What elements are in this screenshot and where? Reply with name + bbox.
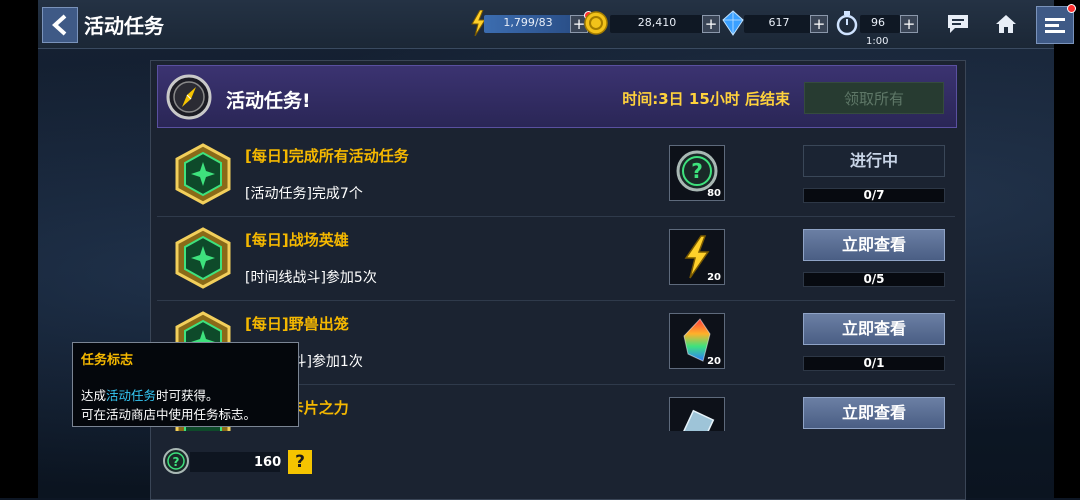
screen-edge-right — [1054, 0, 1080, 498]
timed-resource-timer: 1:00 — [866, 36, 889, 47]
task-token-counter[interactable]: ? 160 — [162, 447, 282, 477]
card-pack-icon — [679, 409, 715, 431]
timed-resource: 96 + 1:00 — [836, 11, 918, 47]
task-progress: 0/7 — [803, 188, 945, 203]
chat-button[interactable] — [938, 4, 978, 44]
home-icon — [996, 15, 1016, 33]
menu-button[interactable] — [1036, 4, 1076, 44]
screen-edge-left — [0, 0, 38, 498]
reward-slot[interactable] — [669, 397, 725, 431]
event-time-remaining: 时间:3日 15小时 后结束 — [622, 90, 790, 108]
task-medal-icon — [175, 227, 231, 289]
gold-add-button[interactable]: + — [702, 15, 720, 33]
menu-alert-dot — [1067, 4, 1076, 13]
reward-slot[interactable]: 20 — [669, 313, 725, 369]
tooltip-line-2: 可在活动商店中使用任务标志。 — [81, 407, 257, 422]
crystal-add-button[interactable]: + — [810, 15, 828, 33]
event-title: 活动任务! — [226, 90, 311, 112]
svg-text:?: ? — [691, 159, 703, 183]
tooltip-text: 时可获得。 — [156, 388, 219, 403]
task-token-tooltip: 任务标志 达成活动任务时可获得。 可在活动商店中使用任务标志。 — [72, 342, 299, 427]
reward-count: 20 — [707, 356, 721, 367]
help-button[interactable]: ? — [288, 450, 312, 474]
home-button[interactable] — [986, 4, 1026, 44]
reward-count: 80 — [707, 188, 721, 199]
page-title: 活动任务 — [84, 14, 164, 38]
task-token-count: 160 — [254, 455, 282, 470]
task-progress: 0/5 — [803, 272, 945, 287]
tooltip-title: 任务标志 — [81, 353, 134, 368]
reward-slot[interactable]: 20 — [669, 229, 725, 285]
task-row: [每日]完成所有活动任务 [活动任务]完成7个 ? 80 进行中 0/7 — [157, 133, 955, 217]
chevron-left-icon — [52, 14, 67, 36]
task-title: [每日]野兽出笼 — [245, 315, 349, 333]
gold-coin-icon — [584, 11, 608, 35]
tooltip-line-1: 达成活动任务时可获得。 — [81, 385, 219, 404]
menu-list-icon — [1045, 18, 1065, 33]
gold-resource: 28,410 + — [584, 11, 720, 35]
task-row: [每日]战场英雄 [时间线战斗]参加5次 20 立即查看 0/5 — [157, 217, 955, 301]
timed-resource-add-button[interactable]: + — [900, 15, 918, 33]
svg-text:?: ? — [173, 455, 180, 469]
timed-resource-value: 96 — [871, 16, 885, 29]
blue-crystal-icon — [722, 10, 744, 36]
top-bar: 活动任务 1,799/83 + 28,410 + 617 + 96 + 1:00 — [38, 0, 1076, 49]
back-button[interactable] — [42, 7, 78, 43]
energy-value: 1,799/83 — [503, 16, 553, 29]
chat-bubble-icon — [948, 15, 968, 33]
in-progress-status: 进行中 — [803, 145, 945, 177]
task-progress: 0/1 — [803, 356, 945, 371]
view-now-button[interactable]: 立即查看 — [803, 397, 945, 429]
view-now-button[interactable]: 立即查看 — [803, 229, 945, 261]
token-question-icon: ? — [163, 448, 189, 474]
task-title: [每日]完成所有活动任务 — [245, 147, 409, 165]
gold-value: 28,410 — [637, 16, 677, 29]
energy-resource: 1,799/83 + — [470, 10, 593, 36]
task-description: [活动任务]完成7个 — [245, 186, 363, 202]
crystal-resource: 617 + — [722, 10, 828, 36]
crystal-value: 617 — [768, 16, 790, 29]
task-title: [每日]战场英雄 — [245, 231, 349, 249]
tooltip-highlight: 活动任务 — [106, 388, 157, 403]
stopwatch-icon — [836, 11, 858, 36]
view-now-button[interactable]: 立即查看 — [803, 313, 945, 345]
compass-emblem-icon — [166, 74, 212, 120]
reward-count: 20 — [707, 272, 721, 283]
task-medal-icon — [175, 143, 231, 205]
reward-slot[interactable]: ? 80 — [669, 145, 725, 201]
claim-all-button[interactable]: 领取所有 — [804, 82, 944, 114]
tooltip-text: 达成 — [81, 388, 107, 403]
task-description: [时间线战斗]参加5次 — [245, 270, 377, 286]
event-header: 活动任务! 时间:3日 15小时 后结束 领取所有 — [157, 65, 957, 128]
